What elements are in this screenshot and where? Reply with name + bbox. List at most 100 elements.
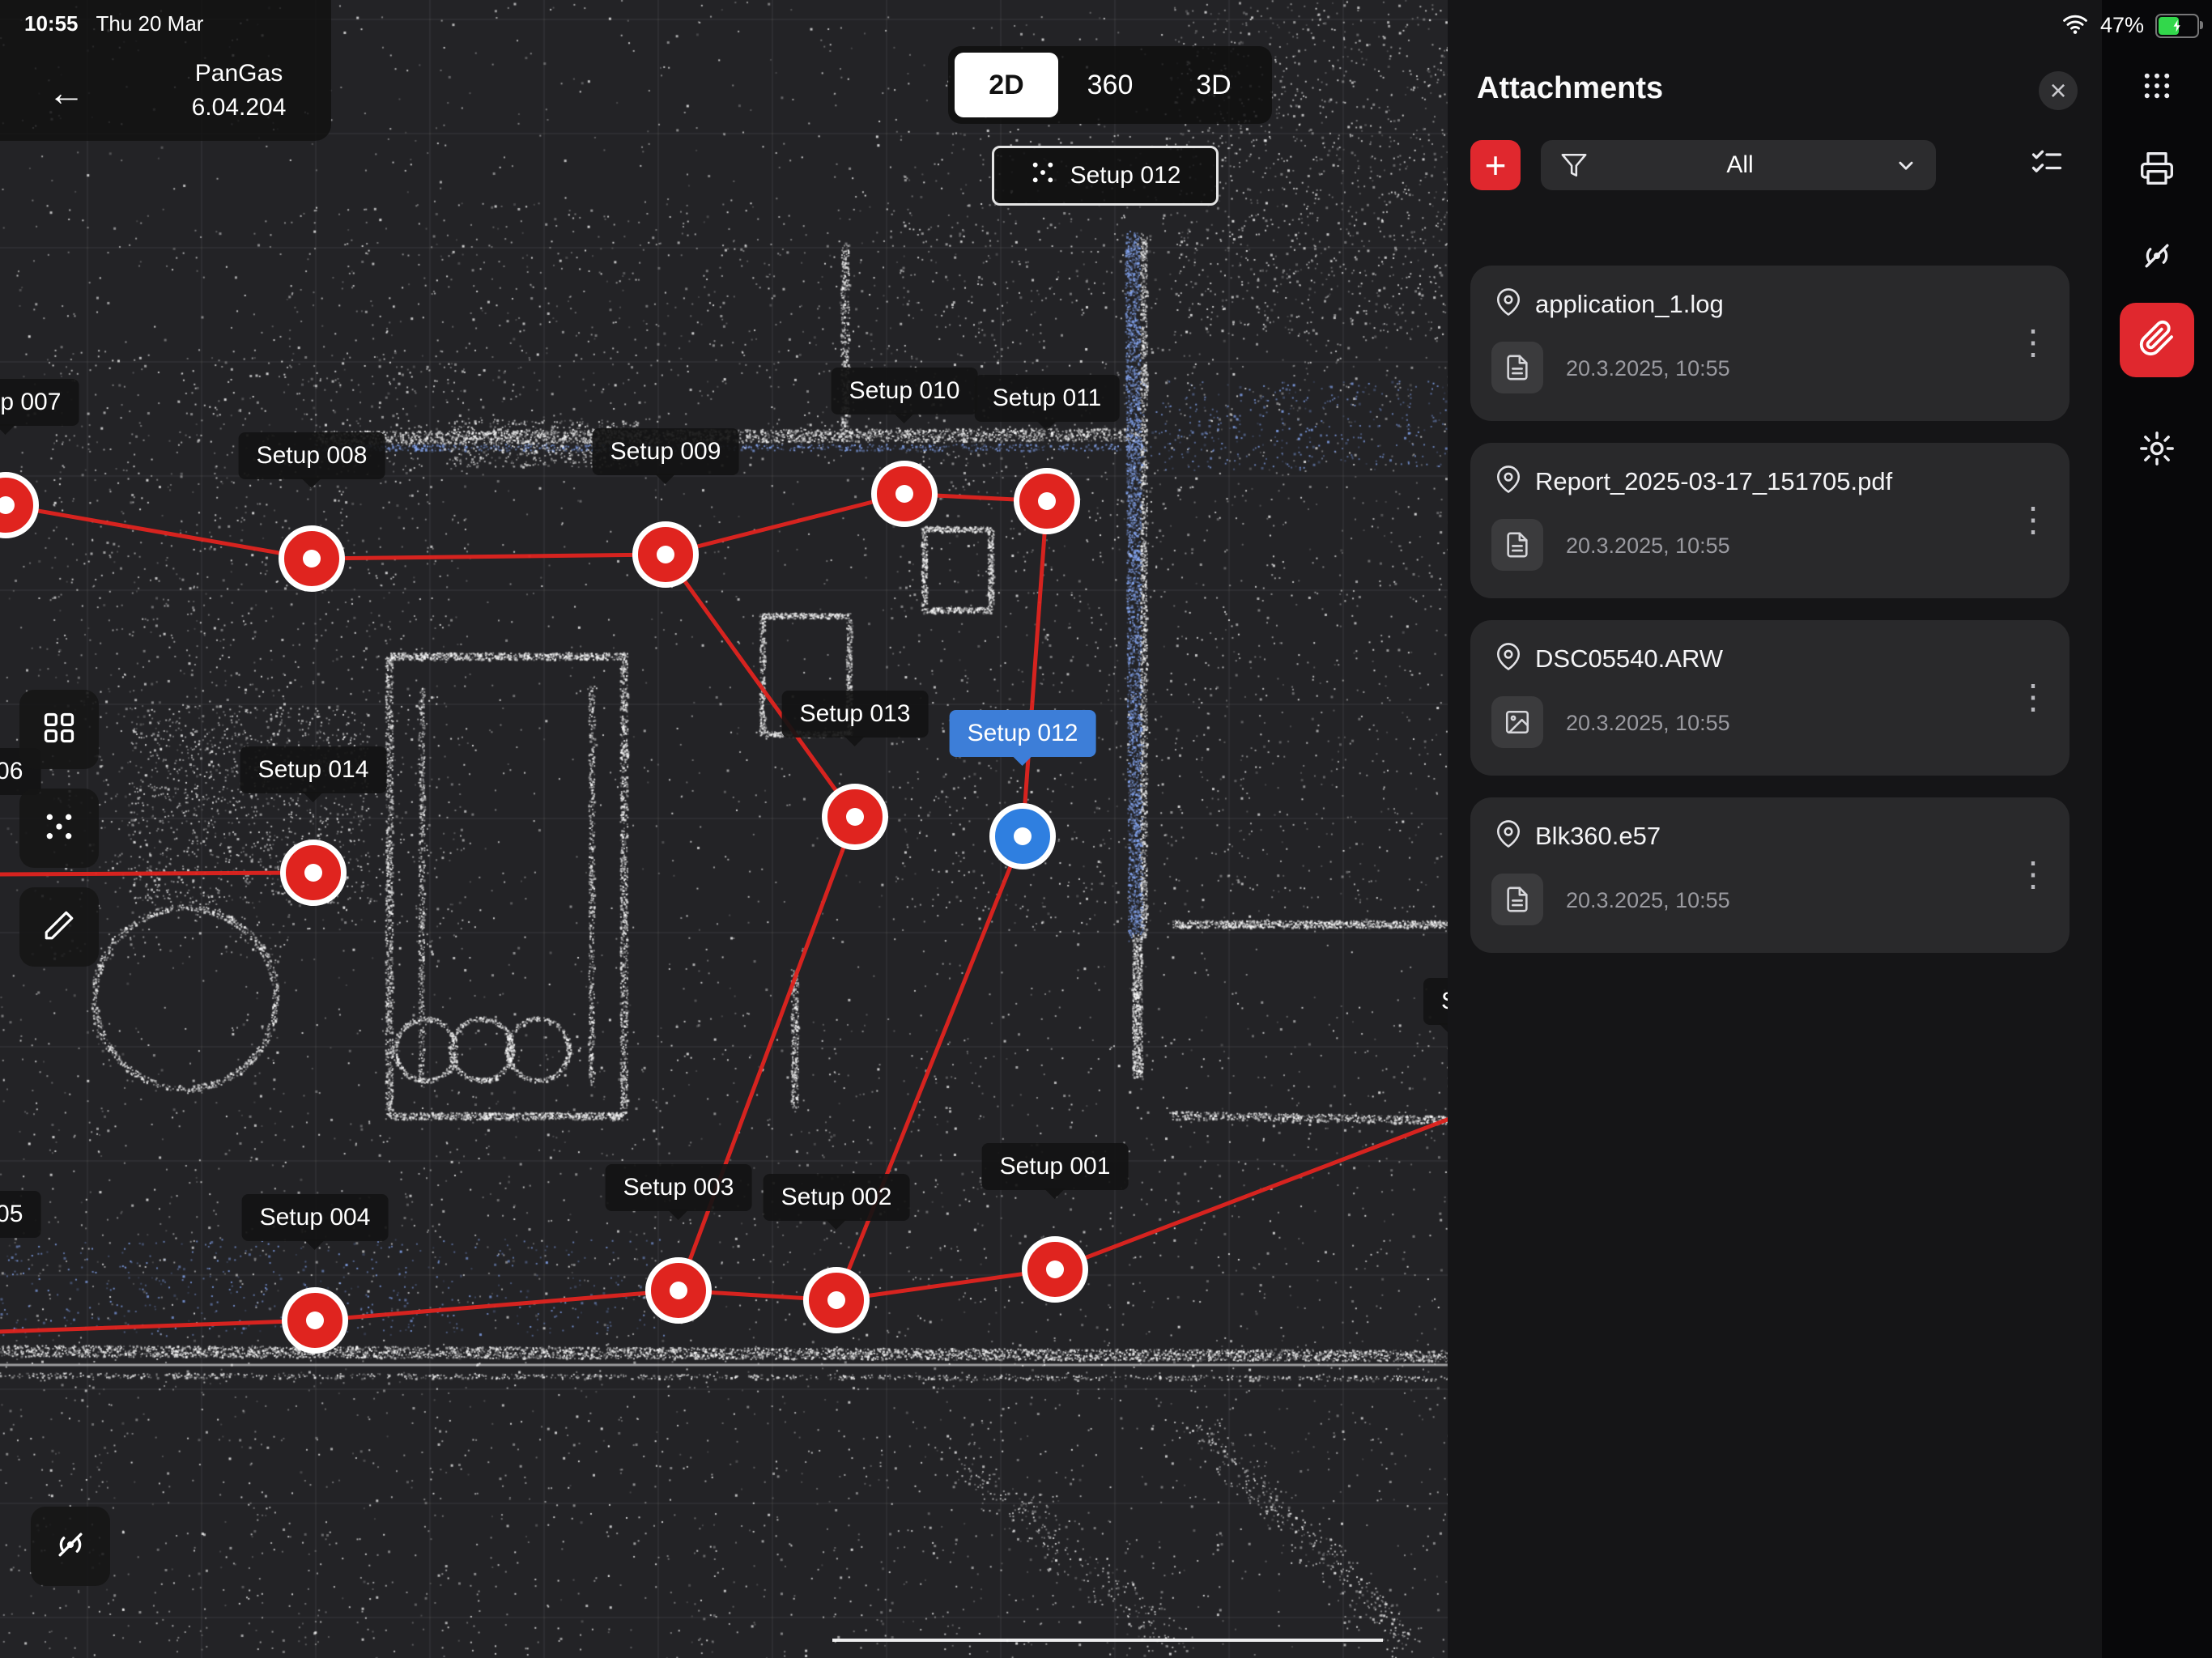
image-file-icon xyxy=(1491,696,1543,748)
attachment-card[interactable]: Blk360.e57 20.3.2025, 10:55 ⋮ xyxy=(1470,797,2069,953)
setup-position-icon xyxy=(43,810,75,847)
battery-icon xyxy=(2155,14,2199,38)
attachments-list: application_1.log20.3.2025, 10:55⋮Report… xyxy=(1470,266,2069,953)
map-header-overlay: 10:55 Thu 20 Mar ← PanGas 6.04.204 xyxy=(0,0,331,141)
attachment-card[interactable]: application_1.log 20.3.2025, 10:55 ⋮ xyxy=(1470,266,2069,421)
project-version: 6.04.204 xyxy=(162,91,316,125)
checklist-icon xyxy=(2029,146,2065,185)
setup-label[interactable]: Setup 009 xyxy=(593,428,739,475)
tab-3d[interactable]: 3D xyxy=(1162,53,1266,117)
map-scale-bar xyxy=(832,1639,1383,1642)
setup-marker[interactable] xyxy=(1014,468,1080,534)
setup-label[interactable]: Setup 004 xyxy=(242,1194,389,1241)
wifi-icon xyxy=(2061,10,2089,41)
setup-marker[interactable] xyxy=(1022,1236,1088,1303)
setup-label[interactable]: Setup 002 xyxy=(764,1174,910,1221)
setup-marker[interactable] xyxy=(282,1287,348,1354)
setup-marker[interactable] xyxy=(632,521,699,588)
chevron-down-icon xyxy=(1892,151,1920,179)
attachment-date: 20.3.2025, 10:55 xyxy=(1566,356,1730,381)
panel-title: Attachments xyxy=(1477,71,1663,106)
setup-label[interactable]: Setup 014 xyxy=(240,746,387,793)
attachment-filename: DSC05540.ARW xyxy=(1535,644,1723,674)
more-options-icon[interactable]: ⋮ xyxy=(2016,677,2050,716)
location-pin-icon xyxy=(1495,820,1522,852)
setup-marker[interactable] xyxy=(989,803,1056,869)
setup-label[interactable]: Setup 007 xyxy=(0,379,79,426)
attachment-date: 20.3.2025, 10:55 xyxy=(1566,534,1730,559)
status-date: Thu 20 Mar xyxy=(96,11,204,36)
location-pin-icon xyxy=(1495,288,1522,320)
gear-icon xyxy=(2138,430,2176,471)
document-file-icon xyxy=(1491,874,1543,925)
attachment-filename: Blk360.e57 xyxy=(1535,822,1661,851)
current-setup-chip[interactable]: Setup 012 xyxy=(992,146,1219,206)
setup-label[interactable]: Setup 008 xyxy=(239,432,385,479)
thumbnails-button[interactable] xyxy=(19,690,99,769)
broadcast-off-icon xyxy=(2139,238,2175,278)
tab-360[interactable]: 360 xyxy=(1058,53,1162,117)
print-button[interactable] xyxy=(2120,133,2194,207)
setup-label[interactable]: Setup 011 xyxy=(975,375,1120,422)
close-panel-button[interactable]: × xyxy=(2039,71,2078,110)
paperclip-icon xyxy=(2138,320,2176,361)
setup-label[interactable]: Setup 010 xyxy=(832,368,978,414)
setup-position-icon xyxy=(1030,159,1056,192)
thumbnails-icon xyxy=(41,710,77,750)
status-time: 10:55 xyxy=(24,11,79,36)
setup-label[interactable]: Setup 012 xyxy=(950,710,1096,757)
broadcast-off-icon xyxy=(53,1527,88,1567)
setup-position-button[interactable] xyxy=(19,789,99,868)
setup-label[interactable]: Setup 003 xyxy=(606,1164,752,1211)
setup-marker[interactable] xyxy=(871,461,938,527)
attachment-filename: Report_2025-03-17_151705.pdf xyxy=(1535,467,1892,496)
location-pin-icon xyxy=(1495,466,1522,497)
setup-label[interactable]: Setup 001 xyxy=(982,1143,1129,1190)
annotate-button[interactable] xyxy=(19,887,99,967)
multi-select-button[interactable] xyxy=(2024,142,2069,188)
document-file-icon xyxy=(1491,342,1543,393)
document-file-icon xyxy=(1491,519,1543,571)
attachments-toolbar: + All xyxy=(1470,140,2069,190)
tab-2d[interactable]: 2D xyxy=(955,53,1058,117)
more-options-icon[interactable]: ⋮ xyxy=(2016,854,2050,894)
location-pin-icon xyxy=(1495,643,1522,674)
status-bar-right: 47% xyxy=(2061,10,2199,41)
more-options-icon[interactable]: ⋮ xyxy=(2016,500,2050,539)
pencil-icon xyxy=(42,908,76,946)
setup-marker[interactable] xyxy=(280,840,347,906)
settings-button[interactable] xyxy=(2120,413,2194,487)
setup-label[interactable]: Setup 013 xyxy=(782,691,929,738)
stream-off-button[interactable] xyxy=(2120,220,2194,295)
printer-icon xyxy=(2139,151,2175,190)
live-off-button[interactable] xyxy=(31,1507,110,1586)
grid-dots-icon xyxy=(2140,69,2174,107)
attachment-card[interactable]: DSC05540.ARW 20.3.2025, 10:55 ⋮ xyxy=(1470,620,2069,776)
attachments-button-active[interactable] xyxy=(2120,303,2194,377)
project-name: PanGas xyxy=(162,57,316,91)
app-grid-button[interactable] xyxy=(2120,50,2194,125)
setup-marker[interactable] xyxy=(822,784,888,850)
view-mode-switcher: 2D 360 3D xyxy=(948,46,1272,124)
filter-funnel-icon xyxy=(1560,151,1588,179)
attachment-date: 20.3.2025, 10:55 xyxy=(1566,711,1730,736)
filter-selected-value: All xyxy=(1588,151,1892,179)
more-options-icon[interactable]: ⋮ xyxy=(2016,322,2050,362)
setup-marker[interactable] xyxy=(0,472,39,538)
setup-marker[interactable] xyxy=(279,525,345,592)
battery-percent: 47% xyxy=(2100,13,2144,38)
setup-marker[interactable] xyxy=(645,1257,712,1324)
attachment-card[interactable]: Report_2025-03-17_151705.pdf 20.3.2025, 1… xyxy=(1470,443,2069,598)
right-sidebar xyxy=(2102,0,2212,1658)
filter-dropdown[interactable]: All xyxy=(1541,140,1936,190)
current-setup-label: Setup 012 xyxy=(1070,162,1181,189)
page-title: PanGas 6.04.204 xyxy=(162,57,316,125)
back-button[interactable]: ← xyxy=(45,70,87,115)
add-attachment-button[interactable]: + xyxy=(1470,140,1521,190)
attachment-date: 20.3.2025, 10:55 xyxy=(1566,888,1730,913)
setup-label-partial[interactable]: Setup 005 xyxy=(0,1191,40,1238)
attachment-filename: application_1.log xyxy=(1535,290,1724,319)
status-bar-left: 10:55 Thu 20 Mar xyxy=(24,11,203,36)
attachments-panel: Attachments × + All application_1.log 20.… xyxy=(1448,0,2102,1658)
setup-marker[interactable] xyxy=(803,1267,870,1333)
